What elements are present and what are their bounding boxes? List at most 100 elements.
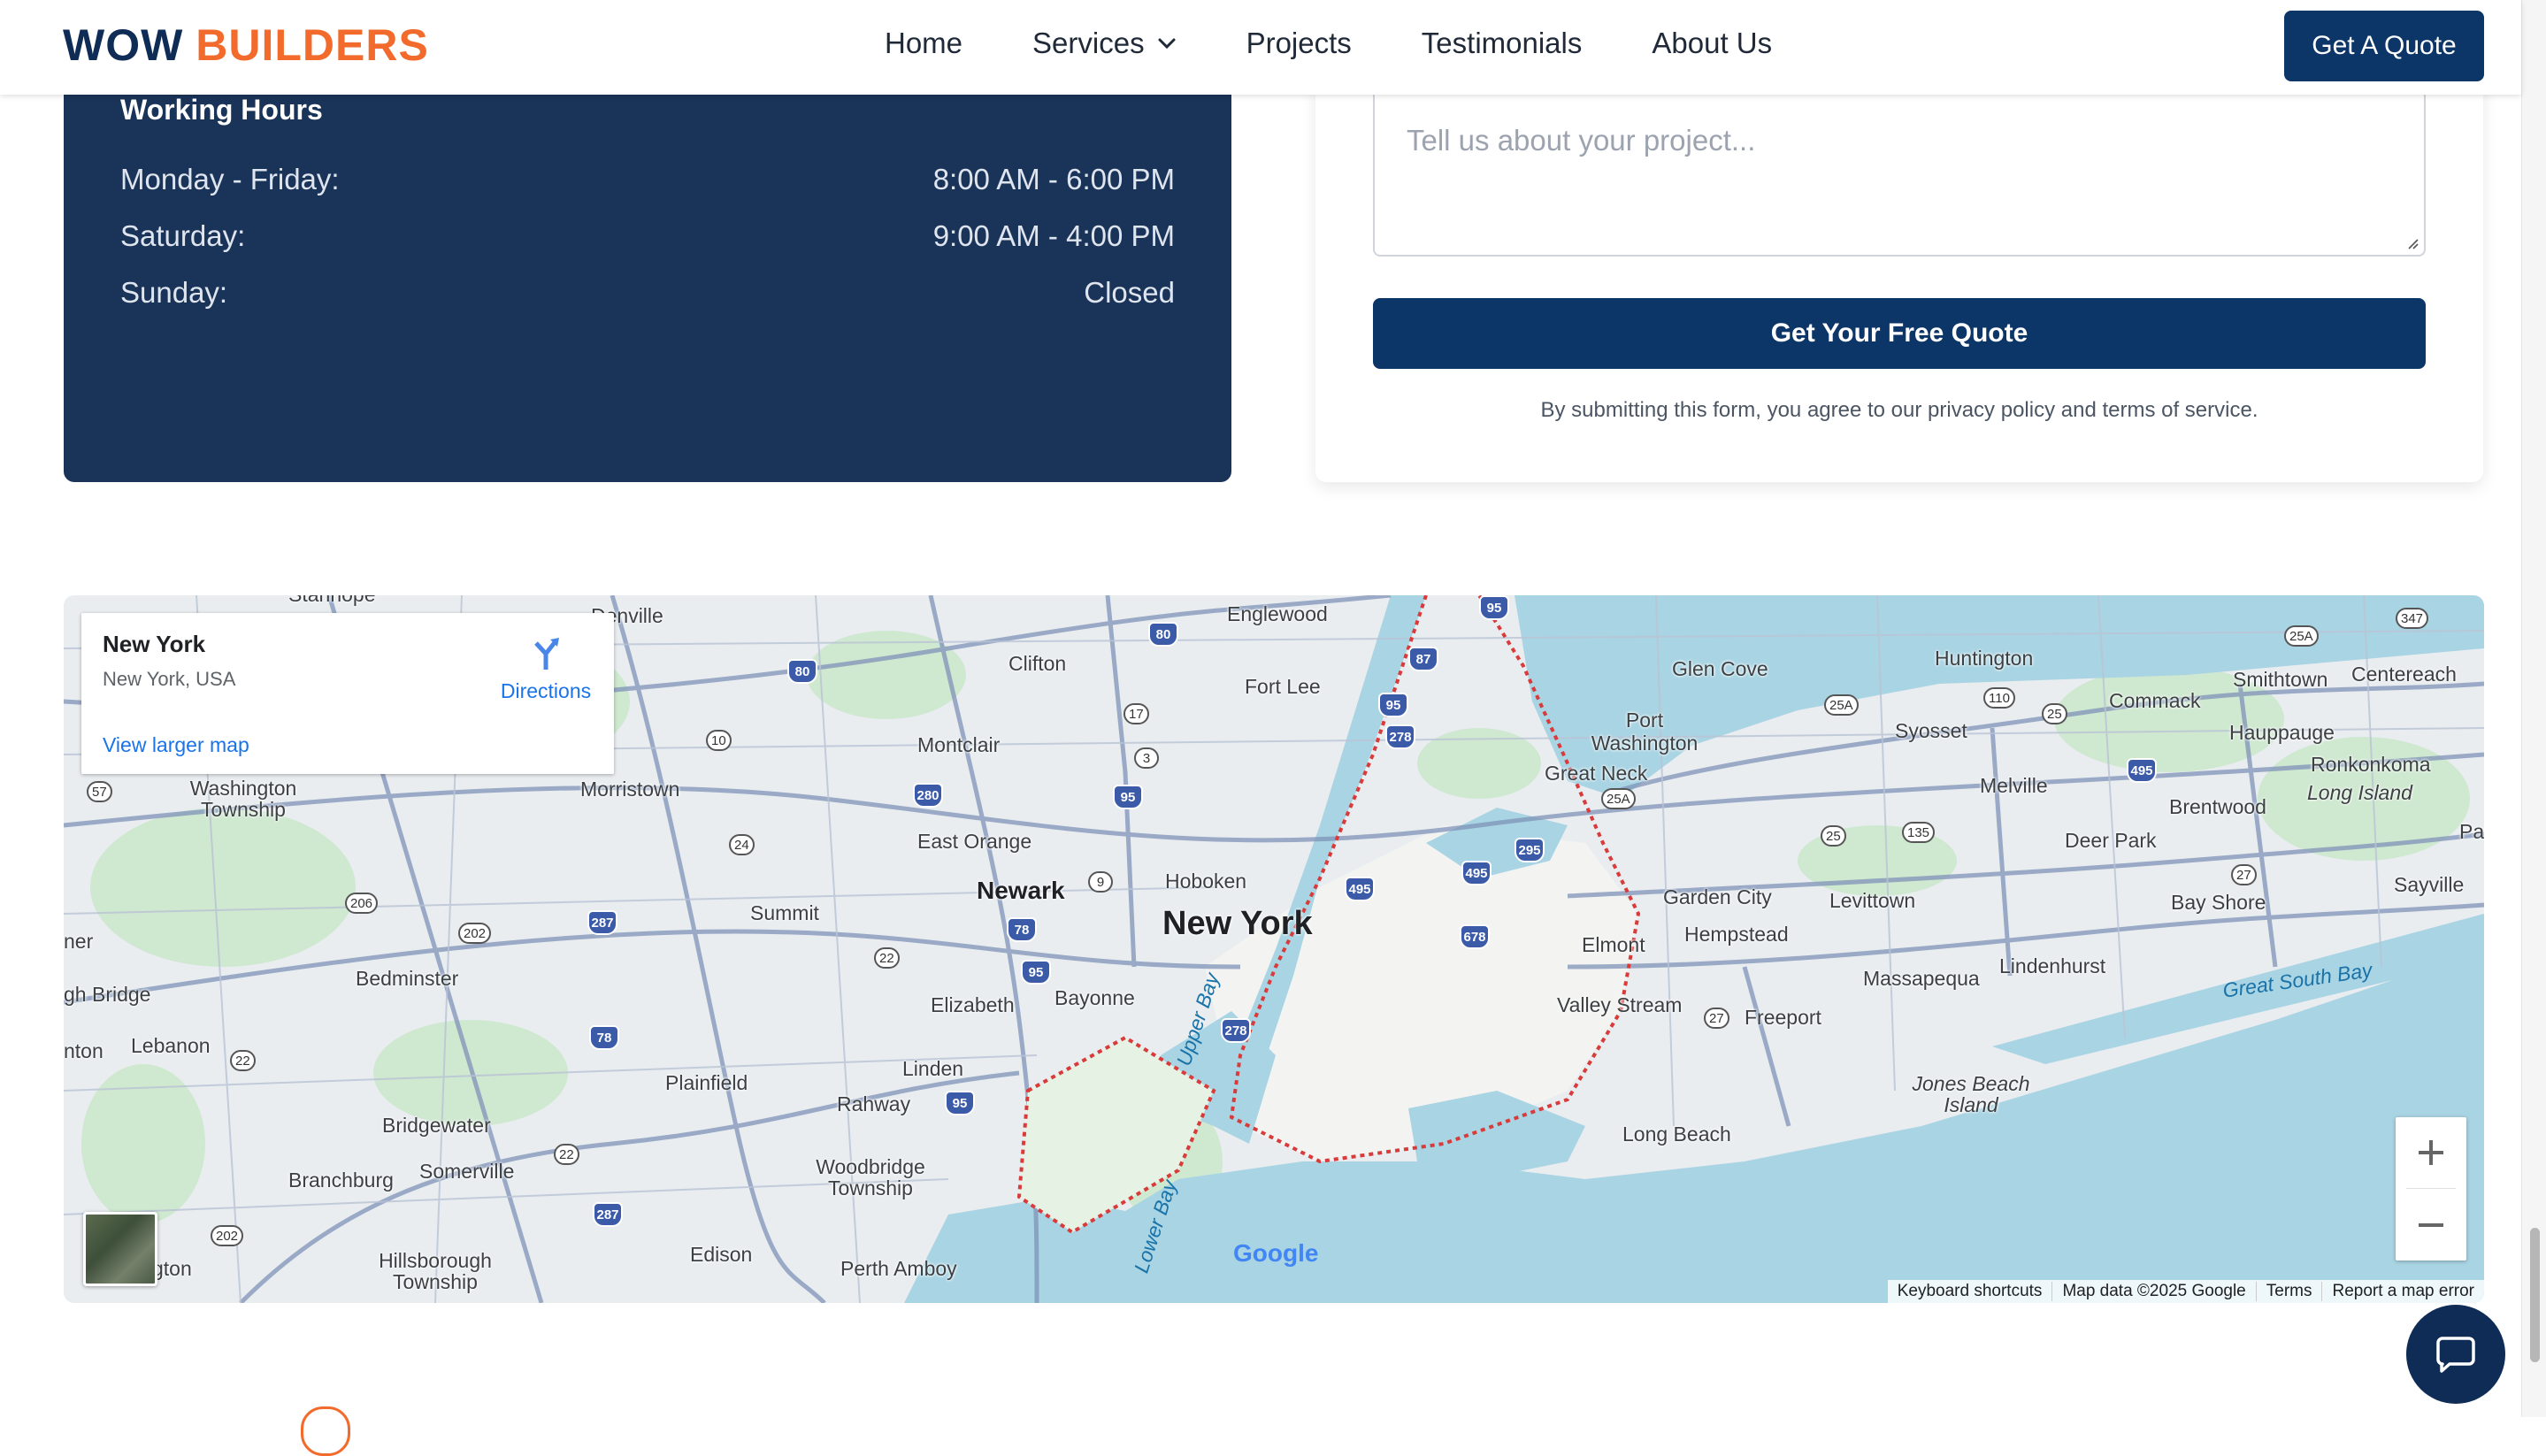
interstate-shield: 95 (1113, 785, 1143, 809)
map-label-melville: Melville (1980, 774, 2048, 797)
map-label-plainfield: Plainfield (665, 1071, 748, 1094)
route-marker: 25A (1824, 694, 1859, 716)
route-marker: 24 (729, 834, 755, 855)
map-label-rahway: Rahway (837, 1092, 911, 1115)
map-label-freeport: Freeport (1745, 1006, 1821, 1029)
view-larger-map-link[interactable]: View larger map (103, 733, 249, 757)
interstate-shield: 678 (1460, 924, 1490, 949)
map-label-hoboken: Hoboken (1165, 870, 1247, 893)
map-label-woodbridge: Woodbridge Township (816, 1155, 925, 1199)
hours-day: Saturday: (120, 219, 246, 252)
interstate-shield: 287 (587, 910, 617, 935)
satellite-view-toggle[interactable] (83, 1212, 157, 1286)
keyboard-shortcuts-link[interactable]: Keyboard shortcuts (1888, 1282, 2052, 1301)
map-label-ronkonkoma: Ronkonkoma (2311, 753, 2431, 776)
map-label-morristown: Morristown (580, 778, 680, 801)
google-logo-text: Google (1233, 1239, 1319, 1267)
interstate-shield: 80 (1148, 622, 1178, 647)
map-label-valley-stream: Valley Stream (1557, 993, 1683, 1016)
map-place-subtitle: New York, USA (103, 668, 236, 690)
map-label-summit: Summit (750, 901, 819, 924)
google-map[interactable]: New York Newark Hoboken Englewood Clifto… (64, 595, 2484, 1303)
route-marker: 110 (1983, 687, 2015, 709)
map-label-port-washington: Port Washington (1591, 709, 1699, 755)
page-scrollbar[interactable] (2521, 0, 2546, 1417)
interstate-shield: 278 (1221, 1018, 1251, 1043)
map-label-gh-bridge: gh Bridge (64, 983, 151, 1006)
nav-about-us[interactable]: About Us (1652, 27, 1772, 60)
directions-button[interactable]: Directions (488, 634, 603, 703)
map-label-washington-township: Washington Township (189, 777, 297, 821)
map-label-englewood: Englewood (1227, 602, 1328, 625)
interstate-shield: 495 (1345, 877, 1375, 901)
route-marker: 202 (211, 1225, 244, 1246)
route-marker: 27 (2231, 864, 2257, 885)
map-label-brentwood: Brentwood (2169, 795, 2266, 818)
nav-services[interactable]: Services (1032, 27, 1177, 60)
get-a-quote-button[interactable]: Get A Quote (2284, 11, 2484, 81)
route-marker: 57 (87, 781, 112, 802)
scrollbar-thumb[interactable] (2530, 1228, 2540, 1362)
directions-icon (534, 638, 559, 670)
zoom-divider (2406, 1188, 2456, 1189)
route-marker: 25A (1601, 788, 1636, 809)
map-label-syosset: Syosset (1895, 719, 1967, 742)
interstate-shield: 280 (913, 783, 943, 808)
interstate-shield: 495 (1461, 861, 1492, 885)
map-label-edison: Edison (690, 1243, 753, 1266)
map-label-branchburg: Branchburg (288, 1169, 394, 1192)
nav-home[interactable]: Home (885, 27, 962, 60)
route-marker: 347 (2396, 608, 2429, 629)
get-free-quote-button[interactable]: Get Your Free Quote (1373, 298, 2426, 369)
interstate-shield: 95 (1021, 960, 1051, 985)
route-marker: 17 (1123, 703, 1149, 724)
route-marker: 3 (1134, 747, 1159, 769)
map-label-massapequa: Massapequa (1863, 967, 1980, 990)
route-marker: 25 (2042, 703, 2067, 724)
route-marker: 25 (1821, 825, 1846, 847)
route-marker: 206 (345, 893, 379, 914)
map-label-smithtown: Smithtown (2233, 668, 2328, 691)
map-label-new-york: New York (1162, 905, 1313, 942)
interstate-shield: 95 (1479, 595, 1509, 620)
map-label-perth-amboy: Perth Amboy (840, 1257, 957, 1280)
textarea-placeholder: Tell us about your project... (1407, 124, 1756, 157)
map-label-hillsborough: Hillsborough Township (379, 1249, 492, 1293)
project-description-textarea[interactable]: Tell us about your project... (1373, 88, 2426, 257)
chevron-down-icon (1158, 38, 1176, 50)
form-disclaimer: By submitting this form, you agree to ou… (1540, 398, 2258, 422)
nav-projects[interactable]: Projects (1246, 27, 1352, 60)
resize-grip-icon[interactable] (2404, 235, 2419, 249)
chat-widget-button[interactable] (2406, 1305, 2505, 1404)
top-navbar: WOW BUILDERS Home Services Projects Testi… (0, 0, 2521, 95)
logo[interactable]: WOW BUILDERS (63, 19, 429, 71)
google-logo: Google (1233, 1239, 1318, 1268)
interstate-shield: 495 (2127, 758, 2157, 783)
map-label-long-island: Long Island (2307, 781, 2412, 804)
nav-testimonials[interactable]: Testimonials (1422, 27, 1583, 60)
plus-icon (2419, 1140, 2443, 1165)
logo-builders: BUILDERS (196, 20, 429, 70)
zoom-in-button[interactable] (2396, 1117, 2466, 1188)
hours-day: Monday - Friday: (120, 163, 340, 195)
map-label-ner: ner (64, 930, 94, 953)
map-label-east-orange: East Orange (917, 830, 1032, 853)
interstate-shield: 95 (1378, 693, 1408, 717)
map-label-elmont: Elmont (1582, 933, 1645, 956)
minus-icon (2419, 1223, 2443, 1227)
zoom-out-button[interactable] (2396, 1190, 2466, 1261)
map-label-elizabeth: Elizabeth (931, 993, 1015, 1016)
map-label-lindenhurst: Lindenhurst (1999, 954, 2106, 977)
map-label-clifton: Clifton (1008, 652, 1067, 675)
map-label-sayville: Sayville (2394, 873, 2465, 896)
report-map-error-link[interactable]: Report a map error (2321, 1282, 2484, 1301)
hours-row: Saturday: 9:00 AM - 4:00 PM (120, 219, 1175, 253)
map-label-newark: Newark (977, 877, 1065, 904)
hours-row: Monday - Friday: 8:00 AM - 6:00 PM (120, 163, 1175, 196)
route-marker: 22 (874, 947, 900, 969)
map-label-lebanon: Lebanon (131, 1034, 211, 1057)
map-info-card: New York New York, USA View larger map D… (81, 613, 614, 774)
map-data-text: Map data ©2025 Google (2051, 1282, 2255, 1301)
terms-link[interactable]: Terms (2255, 1282, 2322, 1301)
quote-form-card: Tell us about your project... Get Your F… (1315, 44, 2483, 482)
